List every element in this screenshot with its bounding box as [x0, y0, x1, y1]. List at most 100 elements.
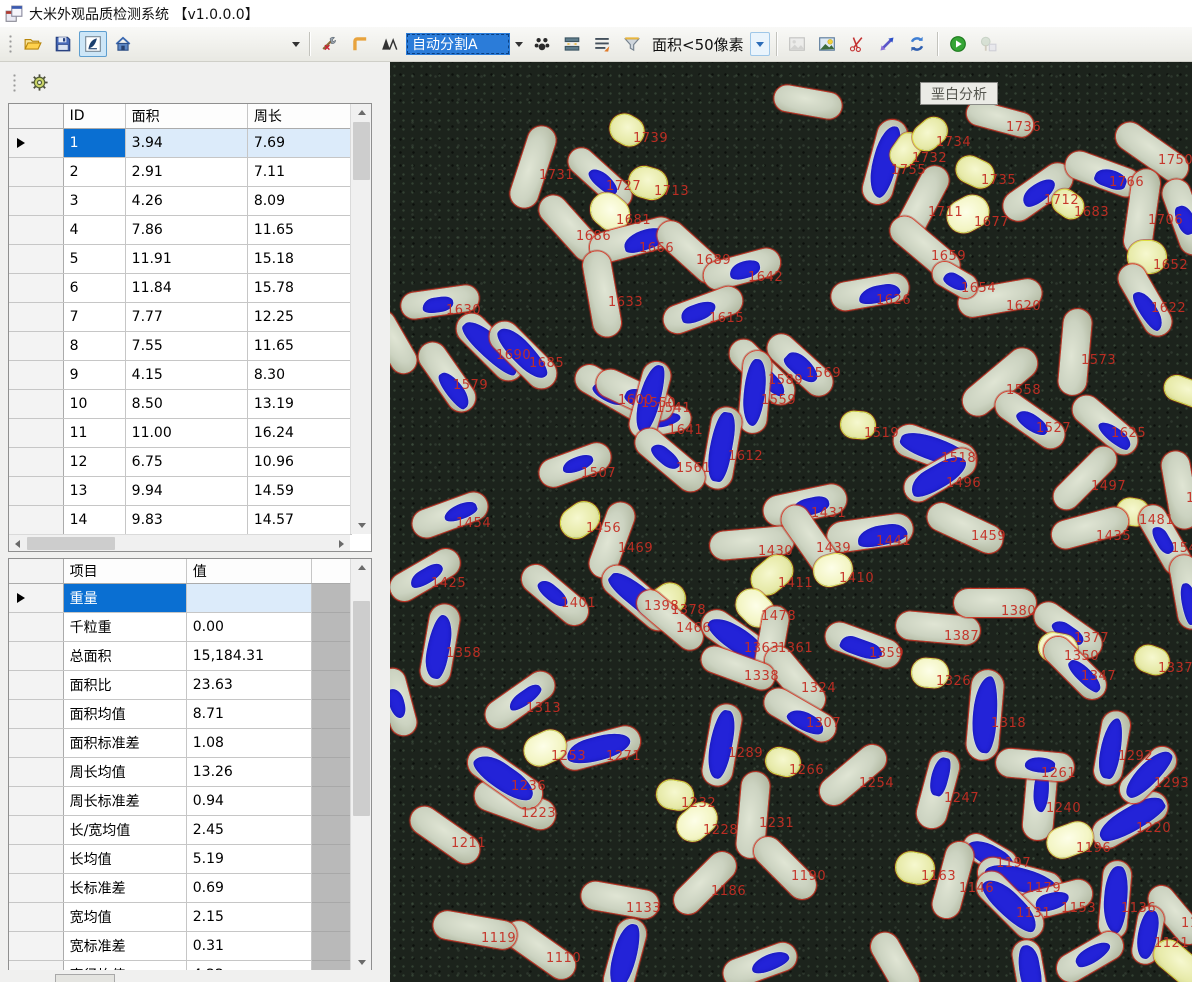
table-cell[interactable]: 1.08 [186, 728, 311, 757]
table-cell[interactable]: 重量 [63, 583, 186, 612]
column-header[interactable]: 面积 [125, 104, 247, 128]
table-cell[interactable]: 8.71 [186, 699, 311, 728]
row-header[interactable] [9, 815, 63, 844]
table-cell[interactable]: 16.24 [247, 418, 351, 447]
row-header[interactable] [9, 244, 63, 273]
play-button[interactable] [944, 31, 972, 57]
row-header[interactable] [9, 302, 63, 331]
row-header[interactable] [9, 505, 63, 534]
table-cell[interactable]: 14 [63, 505, 125, 534]
table-cell[interactable]: 7.55 [125, 331, 247, 360]
table-cell[interactable]: 5.19 [186, 844, 311, 873]
find-text-button[interactable] [376, 31, 404, 57]
combobox-dropdown-arrow[interactable] [512, 33, 526, 55]
table-cell[interactable]: 周长均值 [63, 757, 186, 786]
export-tree-button[interactable] [974, 31, 1002, 57]
table-cell[interactable]: 长/宽均值 [63, 815, 186, 844]
table-cell[interactable]: 7.11 [247, 157, 351, 186]
rice-image-viewport[interactable]: 垩白分析 17311739172717131681168616661633168… [390, 62, 1192, 982]
paw-button[interactable] [528, 31, 556, 57]
table-cell[interactable]: 2.15 [186, 902, 311, 931]
corner-button[interactable] [346, 31, 374, 57]
row-header[interactable] [9, 583, 63, 612]
table-cell[interactable]: 0.94 [186, 786, 311, 815]
row-header[interactable] [9, 757, 63, 786]
column-header[interactable]: 周长 [247, 104, 351, 128]
table-cell[interactable]: 11.00 [125, 418, 247, 447]
open-folder-button[interactable] [19, 31, 47, 57]
row-header[interactable] [9, 931, 63, 960]
table-cell[interactable]: 14.57 [247, 505, 351, 534]
scroll-up-arrow[interactable] [351, 559, 372, 576]
row-header[interactable] [9, 873, 63, 902]
scroll-thumb[interactable] [353, 122, 370, 180]
row-header[interactable] [9, 447, 63, 476]
table-cell[interactable]: 9.83 [125, 505, 247, 534]
row-header[interactable] [9, 728, 63, 757]
table-cell[interactable]: 总面积 [63, 641, 186, 670]
row-header[interactable] [9, 612, 63, 641]
table-cell[interactable]: 面积标准差 [63, 728, 186, 757]
row-header[interactable] [9, 844, 63, 873]
image-gray-button[interactable] [783, 31, 811, 57]
table-cell[interactable]: 长均值 [63, 844, 186, 873]
row-header[interactable] [9, 670, 63, 699]
table-cell[interactable]: 宽标准差 [63, 931, 186, 960]
table-cell[interactable]: 15.18 [247, 244, 351, 273]
scroll-down-arrow[interactable] [351, 517, 372, 534]
table-cell[interactable]: 7.86 [125, 215, 247, 244]
save-button[interactable] [49, 31, 77, 57]
row-header[interactable] [9, 186, 63, 215]
row-header[interactable] [9, 331, 63, 360]
table-cell[interactable]: 13 [63, 476, 125, 505]
row-header[interactable] [9, 476, 63, 505]
table-cell[interactable]: 7.77 [125, 302, 247, 331]
row-header[interactable] [9, 641, 63, 670]
toolbar-grip[interactable] [8, 34, 13, 54]
table-cell[interactable]: 3.94 [125, 128, 247, 157]
table-cell[interactable] [186, 583, 311, 612]
row-header[interactable] [9, 786, 63, 815]
table-cell[interactable]: 11.84 [125, 273, 247, 302]
table-cell[interactable]: 6 [63, 273, 125, 302]
row-header[interactable] [9, 699, 63, 728]
table-cell[interactable]: 8.50 [125, 389, 247, 418]
column-header[interactable]: 值 [186, 559, 311, 583]
table-cell[interactable]: 10 [63, 389, 125, 418]
table-cell[interactable]: 15,184.31 [186, 641, 311, 670]
table-cell[interactable]: 4.15 [125, 360, 247, 389]
scroll-right-arrow[interactable] [333, 535, 350, 552]
table-cell[interactable]: 13.26 [186, 757, 311, 786]
row-header[interactable] [9, 902, 63, 931]
table-cell[interactable]: 0.00 [186, 612, 311, 641]
table-cell[interactable]: 1 [63, 128, 125, 157]
home-button[interactable] [109, 31, 137, 57]
scroll-down-arrow[interactable] [351, 954, 372, 971]
grid1-horizontal-scrollbar[interactable] [9, 534, 350, 551]
table-cell[interactable]: 2.45 [186, 815, 311, 844]
grid2-vertical-scrollbar[interactable] [350, 559, 371, 971]
table-cell[interactable]: 面积比 [63, 670, 186, 699]
row-header[interactable] [9, 128, 63, 157]
table-cell[interactable]: 11 [63, 418, 125, 447]
funnel-button[interactable] [618, 31, 646, 57]
capture-button[interactable] [79, 31, 107, 57]
row-header[interactable] [9, 273, 63, 302]
table-cell[interactable]: 13.19 [247, 389, 351, 418]
toolbar-grip[interactable] [12, 73, 17, 93]
table-cell[interactable]: 12 [63, 447, 125, 476]
segmentation-mode-combobox[interactable]: 自动分割A [406, 33, 510, 55]
table-cell[interactable]: 8 [63, 331, 125, 360]
table-cell[interactable]: 2 [63, 157, 125, 186]
scroll-up-arrow[interactable] [351, 104, 372, 121]
refresh-button[interactable] [903, 31, 931, 57]
tools-button[interactable] [316, 31, 344, 57]
table-cell[interactable]: 0.31 [186, 931, 311, 960]
filter-dropdown-button[interactable] [750, 32, 770, 56]
lines-arrow-button[interactable] [588, 31, 616, 57]
column-header[interactable]: 项目 [63, 559, 186, 583]
table-cell[interactable]: 宽均值 [63, 902, 186, 931]
merge-rows-button[interactable] [558, 31, 586, 57]
table-cell[interactable]: 0.69 [186, 873, 311, 902]
table-cell[interactable]: 周长标准差 [63, 786, 186, 815]
